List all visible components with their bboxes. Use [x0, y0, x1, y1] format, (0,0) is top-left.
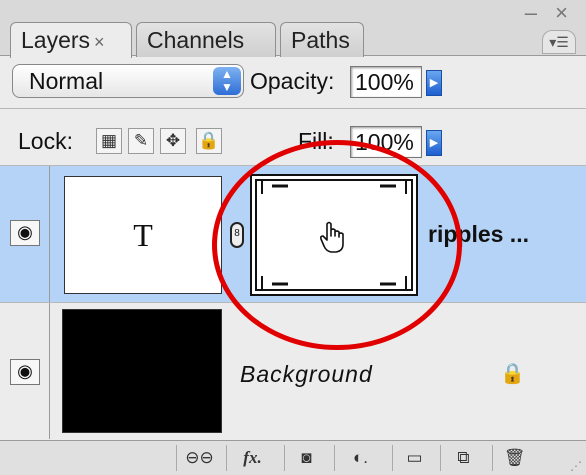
window-controls[interactable]: – × — [525, 0, 574, 26]
layer-name[interactable]: ripples ... — [428, 221, 529, 248]
tab-bar: Layers × Channels Paths – × ▾☰ — [0, 0, 586, 58]
tab-channels[interactable]: Channels — [136, 22, 276, 57]
tab-label-paths: Paths — [291, 27, 350, 53]
adjustment-icon[interactable]: ◐. — [334, 445, 386, 471]
layer-mask-thumbnail[interactable] — [250, 174, 418, 296]
bottom-toolbar: ⊖⊖ fx. ◙ ◐. ▭ ⧉ 🗑 ⋰ — [0, 440, 586, 475]
lock-image-pixels-icon[interactable]: ✎ — [128, 128, 154, 154]
blend-mode-select[interactable]: Normal ▲ ▼ — [12, 64, 244, 98]
tab-layers[interactable]: Layers × — [10, 22, 132, 58]
layer-row-background[interactable]: ◉ Background 🔒 — [0, 303, 586, 439]
mask-icon[interactable]: ◙ — [284, 445, 328, 471]
fx-icon[interactable]: fx. — [226, 445, 278, 471]
eye-icon[interactable]: ◉ — [10, 220, 40, 246]
folder-icon[interactable]: ▭ — [392, 445, 436, 471]
blend-mode-value: Normal — [29, 68, 104, 94]
trash-icon[interactable]: 🗑 — [492, 445, 536, 471]
lock-icon: 🔒 — [500, 363, 525, 385]
tab-paths[interactable]: Paths — [280, 22, 364, 57]
fill-label: Fill: — [298, 128, 334, 154]
hand-cursor-icon — [319, 221, 344, 253]
eye-icon[interactable]: ◉ — [10, 359, 40, 385]
link-layers-icon[interactable]: ⊖⊖ — [176, 445, 222, 471]
opacity-field[interactable]: 100% — [350, 66, 422, 98]
layer-name[interactable]: Background — [240, 361, 373, 388]
layer-thumbnail[interactable] — [62, 309, 222, 433]
blend-row: Normal ▲ ▼ Opacity: 100% ▶ — [0, 60, 586, 102]
layer-thumbnail[interactable]: T — [64, 176, 222, 294]
lock-all-icon[interactable]: 🔒 — [196, 128, 222, 154]
new-layer-icon[interactable]: ⧉ — [440, 445, 486, 471]
panel-menu-button[interactable]: ▾☰ — [542, 30, 576, 54]
opacity-label: Opacity: — [250, 68, 335, 94]
select-arrows-icon: ▲ ▼ — [213, 67, 241, 95]
lock-row: Lock: ▦ ✎ ✥ 🔒 Fill: 100% ▶ — [0, 118, 586, 160]
tab-label-layers: Layers — [21, 27, 91, 53]
fill-slider-arrow-icon[interactable]: ▶ — [426, 130, 442, 156]
layers-panel: Layers × Channels Paths – × ▾☰ Normal ▲ ▼ … — [0, 0, 586, 475]
lock-position-icon[interactable]: ✥ — [160, 128, 186, 154]
resize-grip-icon[interactable]: ⋰ — [570, 459, 582, 473]
layer-row-ripples[interactable]: ◉ T 8 ripples ... — [0, 166, 586, 302]
tab-close-icon[interactable]: × — [94, 32, 105, 52]
lock-label: Lock: — [18, 128, 73, 154]
fill-field[interactable]: 100% — [350, 126, 422, 158]
visibility-cell: ◉ — [0, 166, 50, 302]
lock-transparent-pixels-icon[interactable]: ▦ — [96, 128, 122, 154]
chain-link-icon[interactable]: 8 — [230, 222, 244, 248]
opacity-slider-arrow-icon[interactable]: ▶ — [426, 70, 442, 96]
visibility-cell: ◉ — [0, 303, 50, 439]
tab-label-channels: Channels — [147, 27, 245, 53]
divider — [0, 108, 586, 109]
